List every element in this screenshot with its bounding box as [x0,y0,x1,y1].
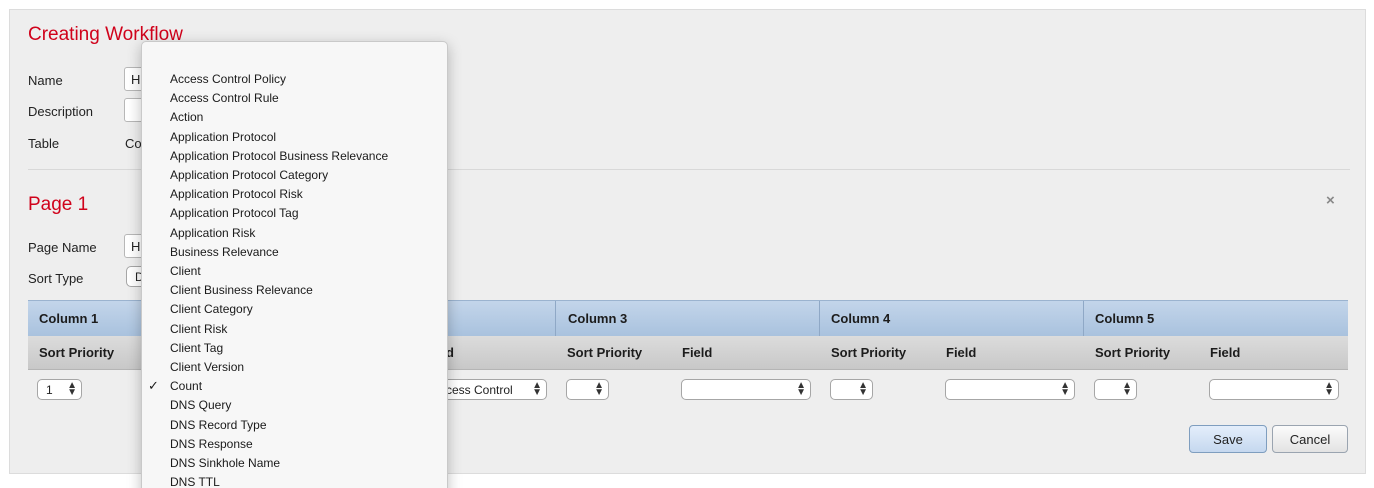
dropdown-item[interactable]: Application Risk [170,226,255,240]
dropdown-item[interactable]: Business Relevance [170,245,279,259]
col3-field-header: Field [682,345,713,360]
col4-field-header: Field [946,345,977,360]
dropdown-item[interactable]: Access Control Rule [170,91,279,105]
description-label: Description [28,104,94,119]
table-label: Table [28,136,60,151]
column-1-header: Column 1 [39,311,99,326]
dropdown-item[interactable]: Client Version [170,360,244,374]
col1-sort-priority-value: 1 [46,383,53,397]
dropdown-item[interactable]: DNS Response [170,437,253,451]
dropdown-item[interactable]: DNS TTL [170,475,220,488]
dropdown-item[interactable]: Client Business Relevance [170,283,313,297]
column-3-header: Column 3 [568,311,628,326]
col5-field-select[interactable]: ▲ ▼ [1209,379,1339,400]
dropdown-item[interactable]: Application Protocol Business Relevance [170,149,388,163]
col4-sort-priority-select[interactable]: ▲ ▼ [830,379,873,400]
col5-sort-priority-select[interactable]: ▲ ▼ [1094,379,1137,400]
dropdown-item[interactable]: Application Protocol Risk [170,187,303,201]
column-5-header: Column 5 [1095,311,1155,326]
dropdown-item[interactable]: Client Tag [170,341,223,355]
col5-sort-priority-header: Sort Priority [1095,345,1171,360]
column-separator [555,301,556,337]
col3-field-select[interactable]: ▲ ▼ [681,379,811,400]
stepper-arrows-icon: ▲ ▼ [1324,380,1334,398]
page-name-label: Page Name [28,240,97,255]
stepper-arrows-icon: ▲ ▼ [67,380,77,398]
close-icon[interactable]: × [1326,192,1335,209]
page-title: Page 1 [28,194,89,215]
name-label: Name [28,73,63,88]
save-button[interactable]: Save [1189,425,1267,453]
column-4-header: Column 4 [831,311,891,326]
col4-field-select[interactable]: ▲ ▼ [945,379,1075,400]
dropdown-item[interactable]: Access Control Policy [170,72,286,86]
col1-sort-priority-header: Sort Priority [39,345,115,360]
checkmark-icon: ✓ [148,378,159,394]
cancel-button[interactable]: Cancel [1272,425,1348,453]
dropdown-item[interactable]: Action [170,110,203,124]
dropdown-item[interactable]: Client Risk [170,322,227,336]
stepper-arrows-icon: ▲ ▼ [532,380,542,398]
dropdown-item[interactable]: Client Category [170,302,253,316]
dropdown-item[interactable]: DNS Sinkhole Name [170,456,280,470]
col1-sort-priority-select[interactable]: 1 ▲ ▼ [37,379,82,400]
dropdown-item[interactable]: DNS Query [170,398,231,412]
stepper-arrows-icon: ▲ ▼ [1122,380,1132,398]
dropdown-item[interactable]: Application Protocol Tag [170,206,299,220]
sort-type-label: Sort Type [28,271,84,286]
field-dropdown-menu[interactable]: Access Control Policy Access Control Rule… [141,41,448,488]
stepper-arrows-icon: ▲ ▼ [594,380,604,398]
col5-field-header: Field [1210,345,1241,360]
stepper-arrows-icon: ▲ ▼ [796,380,806,398]
stepper-arrows-icon: ▲ ▼ [1060,380,1070,398]
column-separator [819,301,820,337]
stepper-arrows-icon: ▲ ▼ [858,380,868,398]
table-value: Co [125,136,142,151]
dropdown-item[interactable]: Application Protocol [170,130,276,144]
dropdown-item[interactable]: DNS Record Type [170,418,267,432]
col3-sort-priority-header: Sort Priority [567,345,643,360]
column-separator [1083,301,1084,337]
col3-sort-priority-select[interactable]: ▲ ▼ [566,379,609,400]
col4-sort-priority-header: Sort Priority [831,345,907,360]
dropdown-item[interactable]: Client [170,264,201,278]
dropdown-item[interactable]: Application Protocol Category [170,168,328,182]
col2-field-value: cess Control [446,383,513,397]
dropdown-item[interactable]: Count [170,379,202,393]
